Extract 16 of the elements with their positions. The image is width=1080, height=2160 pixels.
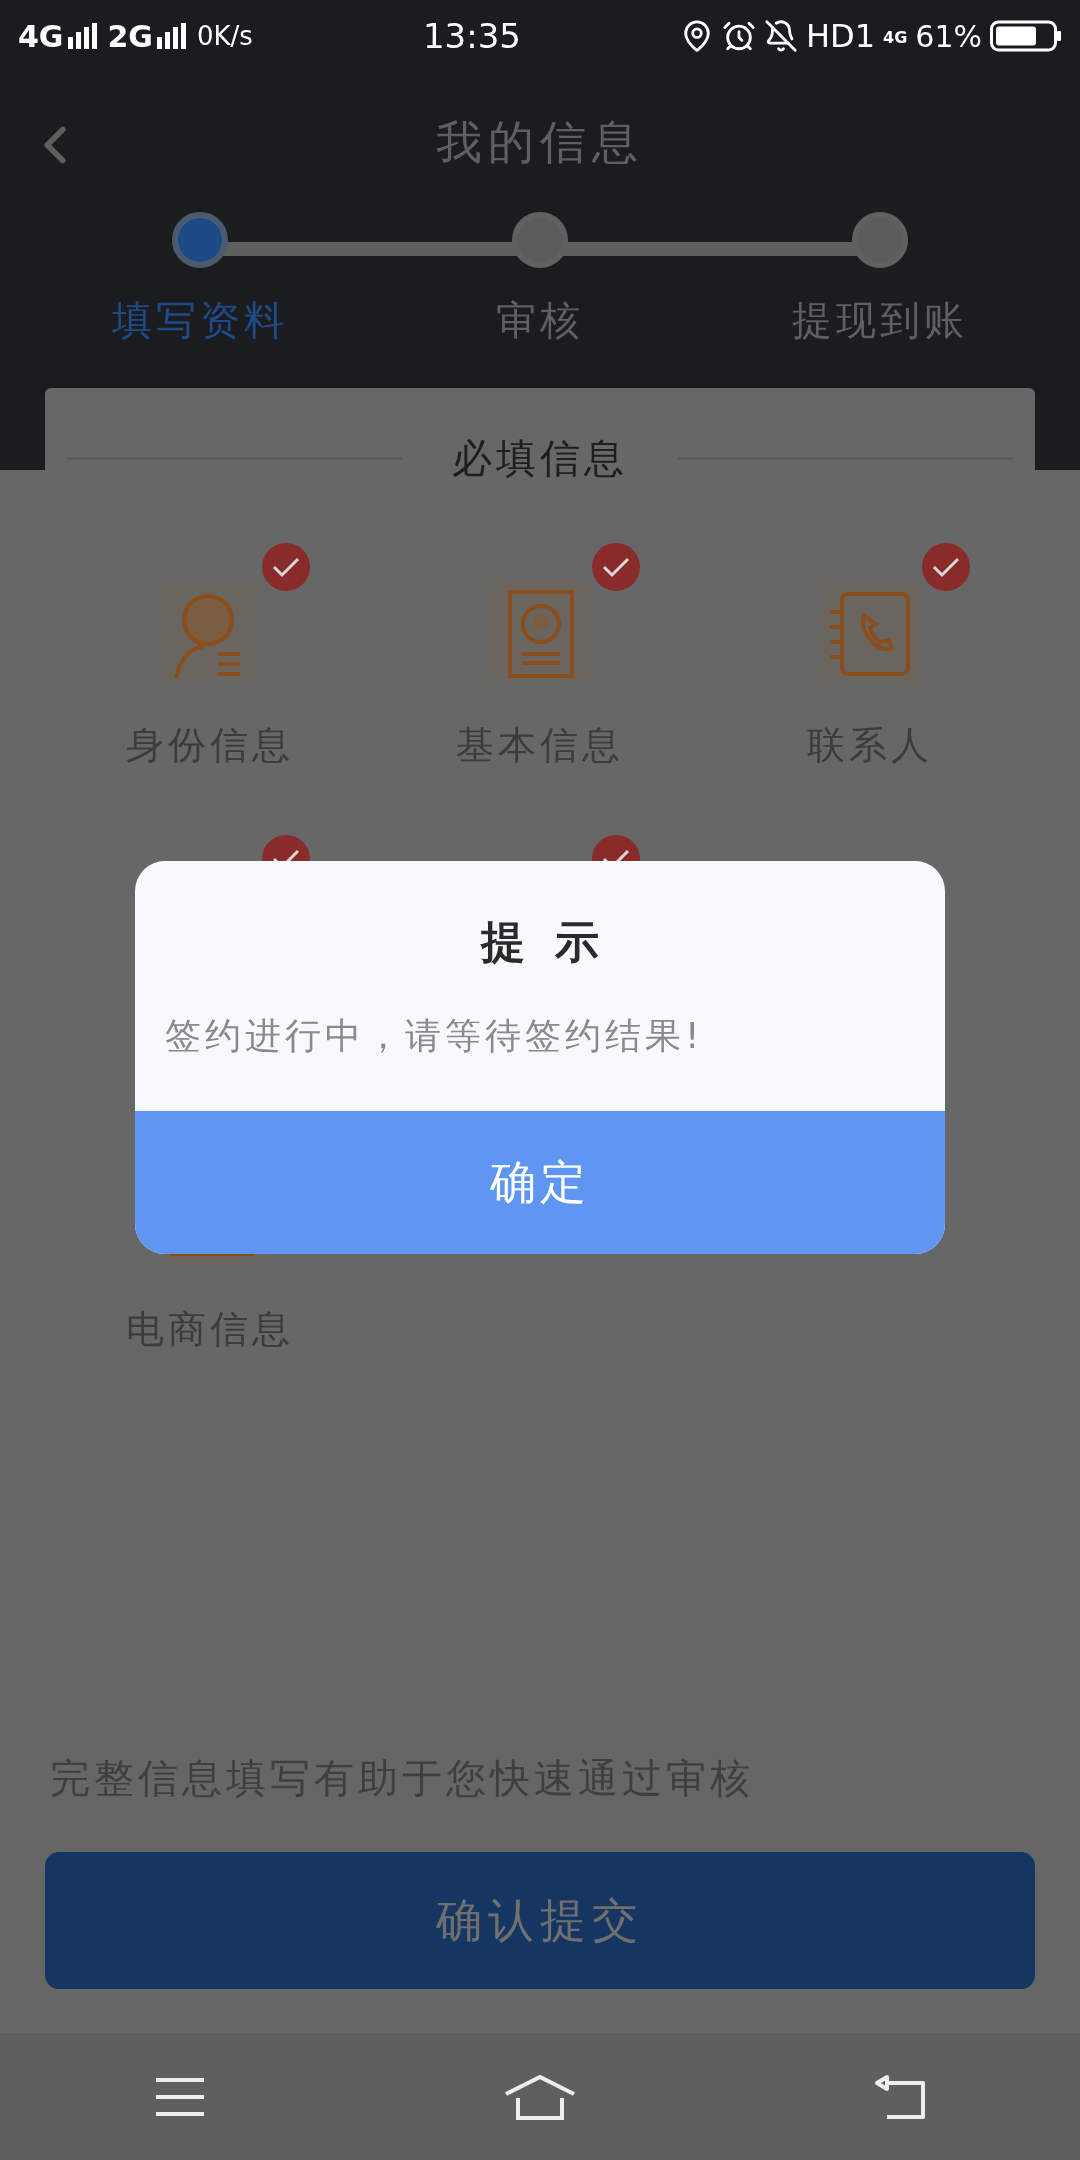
- confirm-button[interactable]: 确定: [135, 1111, 945, 1254]
- speed-label: 0K/s: [197, 19, 253, 53]
- network-label: 2G: [107, 17, 153, 56]
- step-tab[interactable]: 提现到账: [690, 212, 990, 350]
- clock-label: 13:35: [422, 14, 521, 58]
- network-label: 4G: [883, 27, 908, 49]
- step-tab[interactable]: 填写资料: [90, 212, 390, 350]
- section-title: 必填信息: [452, 434, 628, 483]
- step-tab[interactable]: 审核: [390, 212, 690, 350]
- network-label: 4G: [18, 17, 64, 56]
- page-title: 我的信息: [436, 113, 644, 171]
- dialog-title: 提 示: [479, 915, 601, 969]
- dialog-message: 签约进行中，请等待签约结果!: [164, 1014, 705, 1058]
- hd-label: HD1: [806, 16, 876, 57]
- battery-label: 61%: [915, 17, 982, 56]
- submit-button[interactable]: 确认提交: [45, 1852, 1035, 1989]
